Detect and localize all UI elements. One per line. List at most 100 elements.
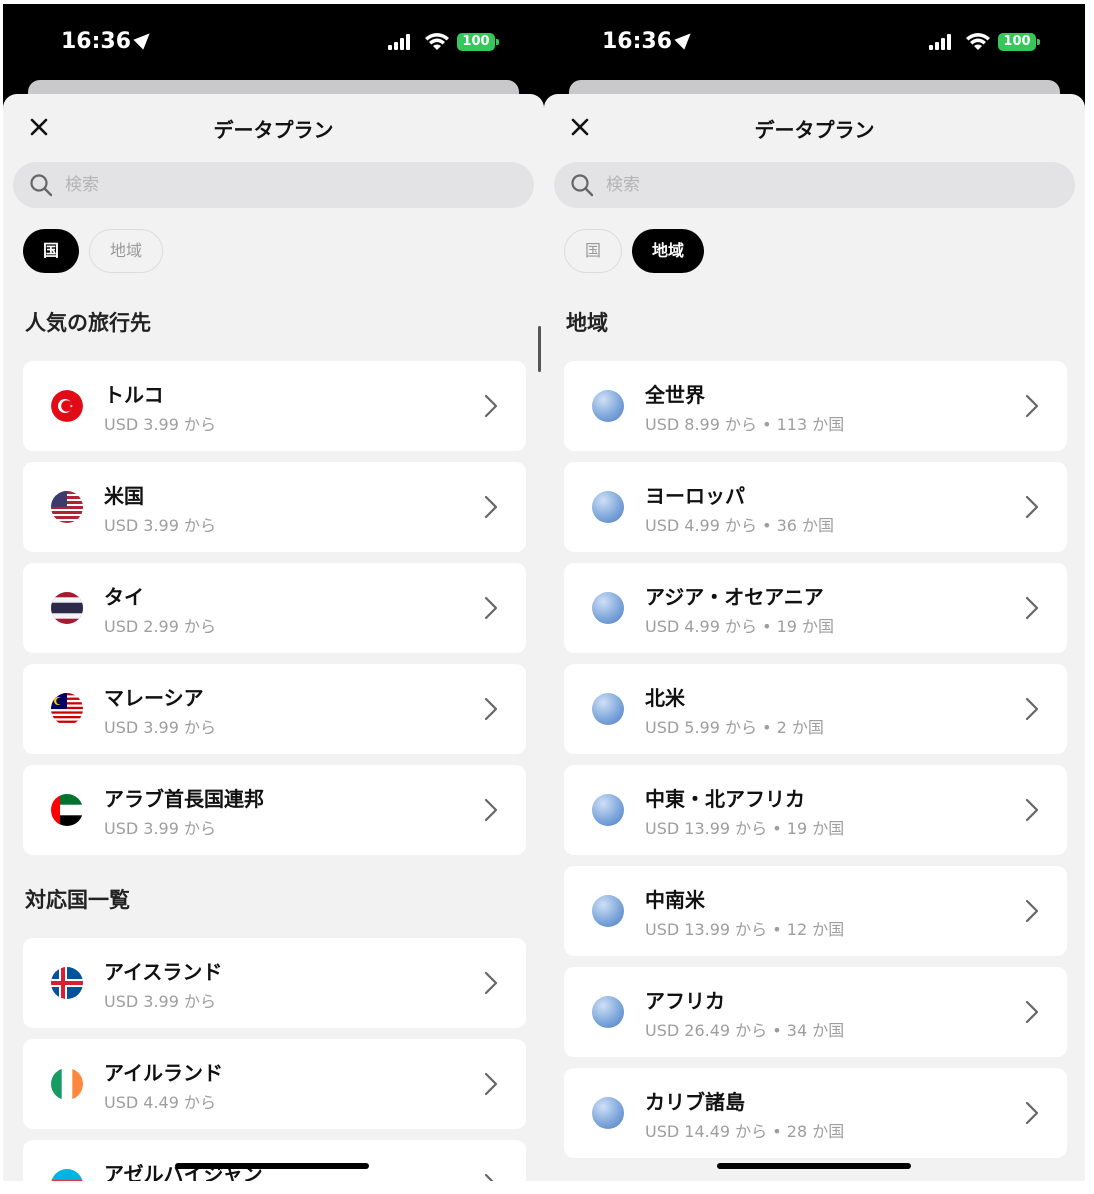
status-bar: 16:36 100 bbox=[3, 4, 544, 84]
home-indicator[interactable] bbox=[175, 1163, 369, 1169]
list-item-thailand[interactable]: タイ USD 2.99 から bbox=[23, 563, 526, 653]
list-item-middle-east-north-africa[interactable]: 中東・北アフリカ USD 13.99 から • 19 か国 bbox=[564, 765, 1067, 855]
list-item-azerbaijan[interactable]: アゼルバイジャン bbox=[23, 1140, 526, 1181]
globe-americas-icon bbox=[592, 693, 624, 725]
chevron-right-icon bbox=[484, 495, 498, 519]
item-price: USD 26.49 から • 34 か国 bbox=[645, 1021, 845, 1040]
list-item-iceland[interactable]: アイスランド USD 3.99 から bbox=[23, 938, 526, 1028]
chevron-right-icon bbox=[1025, 899, 1039, 923]
chevron-right-icon bbox=[484, 394, 498, 418]
search-bar[interactable] bbox=[13, 162, 534, 208]
item-price: USD 8.99 から • 113 か国 bbox=[645, 415, 845, 434]
list-item-caribbean[interactable]: カリブ諸島 USD 14.49 から • 28 か国 bbox=[564, 1068, 1067, 1158]
globe-mena-icon bbox=[592, 794, 624, 826]
globe-africa-icon bbox=[592, 996, 624, 1028]
globe-caribbean-icon bbox=[592, 1097, 624, 1129]
list-item-uae[interactable]: アラブ首長国連邦 USD 3.99 から bbox=[23, 765, 526, 855]
item-name: カリブ諸島 bbox=[645, 1090, 745, 1114]
status-bar: 16:36 100 bbox=[544, 4, 1085, 84]
search-icon bbox=[571, 174, 594, 197]
cellular-signal-icon bbox=[388, 34, 414, 50]
item-price: USD 3.99 から bbox=[104, 718, 216, 737]
chip-country[interactable]: 国 bbox=[564, 229, 623, 273]
wifi-icon bbox=[425, 33, 449, 50]
list-item-ireland[interactable]: アイルランド USD 4.49 から bbox=[23, 1039, 526, 1129]
list-item-africa[interactable]: アフリカ USD 26.49 から • 34 か国 bbox=[564, 967, 1067, 1057]
list-item-north-america[interactable]: 北米 USD 5.99 から • 2 か国 bbox=[564, 664, 1067, 754]
cellular-signal-icon bbox=[929, 34, 955, 50]
chevron-right-icon bbox=[1025, 798, 1039, 822]
item-price: USD 4.99 から • 19 か国 bbox=[645, 617, 835, 636]
item-name: アジア・オセアニア bbox=[645, 585, 824, 609]
sheet-title: データプラン bbox=[213, 118, 334, 142]
item-name: アイスランド bbox=[104, 960, 223, 984]
filter-chips: 国 地域 bbox=[564, 229, 714, 273]
uae-flag-icon bbox=[51, 794, 83, 826]
scroll-indicator[interactable] bbox=[538, 326, 541, 372]
item-name: ヨーロッパ bbox=[645, 484, 745, 508]
phone-screen-countries: 16:36 100 データプラン 国 地域 人気の旅行先 bbox=[3, 4, 544, 1181]
chip-region[interactable]: 地域 bbox=[632, 229, 705, 273]
list-item-malaysia[interactable]: マレーシア USD 3.99 から bbox=[23, 664, 526, 754]
item-price: USD 2.99 から bbox=[104, 617, 216, 636]
item-price: USD 13.99 から • 12 か国 bbox=[645, 920, 845, 939]
chevron-right-icon bbox=[484, 596, 498, 620]
chevron-right-icon bbox=[1025, 697, 1039, 721]
ireland-flag-icon bbox=[51, 1068, 83, 1100]
list-item-usa[interactable]: 米国 USD 3.99 から bbox=[23, 462, 526, 552]
globe-latam-icon bbox=[592, 895, 624, 927]
item-price: USD 5.99 から • 2 か国 bbox=[645, 718, 824, 737]
list-item-turkey[interactable]: トルコ USD 3.99 から bbox=[23, 361, 526, 451]
data-plan-sheet: データプラン 国 地域 地域 全世界 USD 8.99 から • 113 か国 … bbox=[544, 94, 1085, 1181]
chevron-right-icon bbox=[484, 1072, 498, 1096]
globe-europe-icon bbox=[592, 491, 624, 523]
phone-screen-regions: 16:36 100 データプラン 国 地域 地域 bbox=[544, 4, 1085, 1181]
item-price: USD 4.49 から bbox=[104, 1093, 216, 1112]
item-price: USD 3.99 から bbox=[104, 992, 216, 1011]
list-item-latin-america[interactable]: 中南米 USD 13.99 から • 12 か国 bbox=[564, 866, 1067, 956]
item-price: USD 13.99 から • 19 か国 bbox=[645, 819, 845, 838]
item-name: 北米 bbox=[645, 686, 685, 710]
malaysia-flag-icon bbox=[51, 693, 83, 725]
battery-icon: 100 bbox=[457, 33, 499, 51]
chevron-right-icon bbox=[1025, 596, 1039, 620]
search-input[interactable] bbox=[606, 162, 1006, 208]
location-arrow-icon bbox=[674, 28, 696, 50]
turkey-flag-icon bbox=[51, 390, 83, 422]
item-name: 米国 bbox=[104, 484, 144, 508]
chevron-right-icon bbox=[1025, 1101, 1039, 1125]
iceland-flag-icon bbox=[51, 967, 83, 999]
list-item-europe[interactable]: ヨーロッパ USD 4.99 から • 36 か国 bbox=[564, 462, 1067, 552]
globe-asia-icon bbox=[592, 592, 624, 624]
chevron-right-icon bbox=[484, 971, 498, 995]
item-name: アラブ首長国連邦 bbox=[104, 787, 264, 811]
battery-icon: 100 bbox=[998, 33, 1040, 51]
item-name: タイ bbox=[104, 585, 144, 609]
chevron-right-icon bbox=[1025, 1000, 1039, 1024]
data-plan-sheet: データプラン 国 地域 人気の旅行先 トルコ USD 3.99 から bbox=[3, 94, 544, 1181]
list-item-asia-oceania[interactable]: アジア・オセアニア USD 4.99 から • 19 か国 bbox=[564, 563, 1067, 653]
location-arrow-icon bbox=[133, 28, 155, 50]
chip-region[interactable]: 地域 bbox=[89, 229, 164, 273]
home-indicator[interactable] bbox=[717, 1163, 911, 1169]
search-bar[interactable] bbox=[554, 162, 1075, 208]
chevron-right-icon bbox=[484, 798, 498, 822]
filter-chips: 国 地域 bbox=[23, 229, 173, 273]
item-price: USD 4.99 から • 36 か国 bbox=[645, 516, 835, 535]
item-name: アイルランド bbox=[104, 1061, 223, 1085]
chip-country[interactable]: 国 bbox=[23, 229, 80, 273]
status-time: 16:36 bbox=[61, 28, 155, 54]
azerbaijan-flag-icon bbox=[51, 1169, 83, 1181]
usa-flag-icon bbox=[51, 491, 83, 523]
section-title-popular: 人気の旅行先 bbox=[25, 311, 151, 335]
list-item-worldwide[interactable]: 全世界 USD 8.99 から • 113 か国 bbox=[564, 361, 1067, 451]
chevron-right-icon bbox=[484, 1173, 494, 1181]
wifi-icon bbox=[966, 33, 990, 50]
item-name: 中東・北アフリカ bbox=[645, 787, 805, 811]
sheet-title: データプラン bbox=[754, 118, 875, 142]
thailand-flag-icon bbox=[51, 592, 83, 624]
status-time: 16:36 bbox=[602, 28, 696, 54]
item-price: USD 3.99 から bbox=[104, 415, 216, 434]
search-input[interactable] bbox=[65, 162, 465, 208]
item-name: マレーシア bbox=[104, 686, 204, 710]
